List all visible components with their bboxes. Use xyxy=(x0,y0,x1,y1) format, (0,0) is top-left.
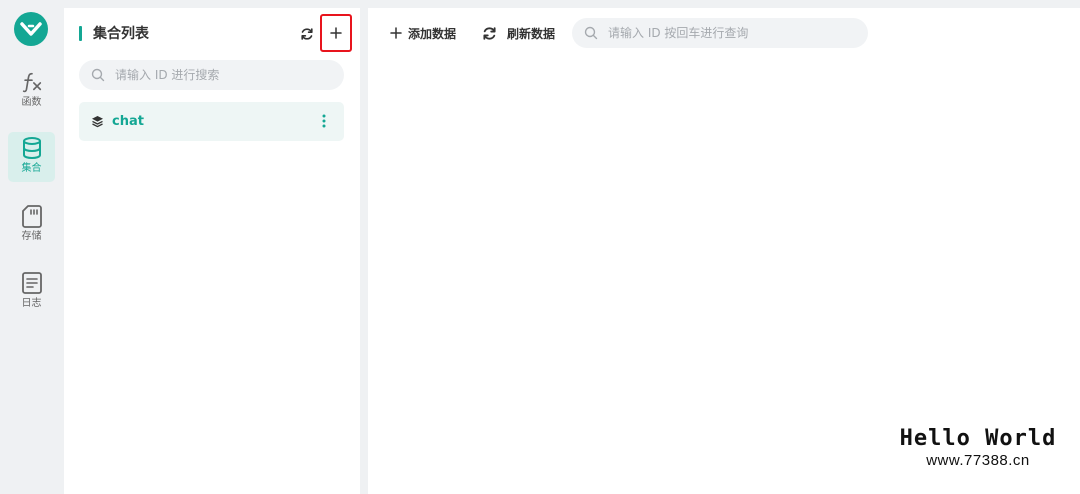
collection-list-title: 集合列表 xyxy=(93,26,149,42)
collection-panel-header: 集合列表 xyxy=(64,8,360,60)
collection-item-chat[interactable]: chat xyxy=(79,102,344,141)
search-icon xyxy=(91,68,105,82)
collection-name: chat xyxy=(112,114,144,129)
nav-item-functions[interactable]: 函数 xyxy=(8,66,55,116)
collection-more-button[interactable] xyxy=(318,112,330,130)
nav-label-logs: 日志 xyxy=(21,298,42,309)
add-data-button[interactable]: 添加数据 xyxy=(390,21,456,45)
refresh-icon xyxy=(483,26,496,40)
more-vertical-icon xyxy=(322,114,326,128)
log-document-icon xyxy=(20,271,44,295)
data-search-input[interactable] xyxy=(608,26,808,40)
plus-icon xyxy=(330,27,342,39)
add-data-label: 添加数据 xyxy=(408,26,457,41)
layers-icon xyxy=(92,116,103,128)
collection-search-input[interactable] xyxy=(115,68,315,82)
nav-item-collections[interactable]: 集合 xyxy=(8,132,55,182)
add-collection-button[interactable] xyxy=(320,14,352,52)
nav-label-collections: 集合 xyxy=(21,163,42,174)
refresh-data-button[interactable]: 刷新数据 xyxy=(482,21,555,45)
database-icon xyxy=(20,136,44,160)
nav-item-storage[interactable]: 存储 xyxy=(8,200,55,250)
nav-item-logs[interactable]: 日志 xyxy=(8,267,55,317)
collection-search-box xyxy=(79,60,344,90)
nav-label-functions: 函数 xyxy=(21,97,42,108)
refresh-collections-button[interactable] xyxy=(297,24,317,44)
data-main-area: 添加数据 刷新数据 Hello World www.77388.cn xyxy=(368,8,1080,494)
watermark-title: Hello World xyxy=(899,426,1057,451)
watermark-url: www.77388.cn xyxy=(926,452,1030,469)
refresh-icon xyxy=(301,28,313,40)
function-icon xyxy=(20,70,44,94)
plus-icon xyxy=(390,27,402,39)
data-search-box xyxy=(572,18,868,48)
refresh-data-label: 刷新数据 xyxy=(507,26,556,41)
nav-label-storage: 存储 xyxy=(21,231,42,242)
search-icon xyxy=(584,26,598,40)
logo-icon xyxy=(20,22,42,36)
title-accent-bar xyxy=(79,26,82,41)
watermark: Hello World www.77388.cn xyxy=(898,426,1058,470)
app-logo[interactable] xyxy=(14,12,48,46)
collection-panel: 集合列表 请输入 ID 进行搜索 chat xyxy=(64,8,360,494)
app-window: 函数 集合 存储 日志 集合列表 请输入 ID 进行搜索 chat 添加数据 刷… xyxy=(0,0,1080,494)
storage-card-icon xyxy=(20,204,44,228)
icon-rail: 函数 集合 存储 日志 xyxy=(0,8,63,494)
